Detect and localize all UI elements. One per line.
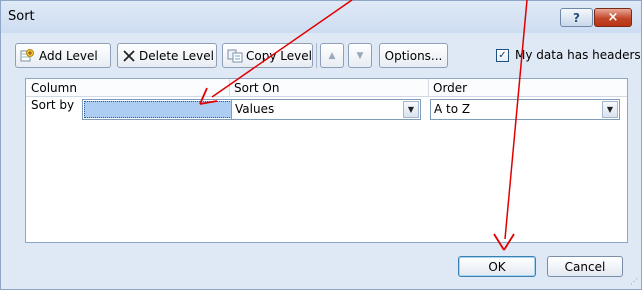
delete-icon	[122, 49, 136, 63]
sort-on-value: Values	[235, 102, 275, 116]
dialog-title: Sort	[8, 9, 35, 24]
delete-level-button[interactable]: Delete Level	[117, 43, 217, 68]
ok-button[interactable]: OK	[458, 256, 536, 277]
copy-icon	[227, 49, 243, 63]
delete-level-label: Delete Level	[139, 48, 214, 63]
options-label: Options...	[384, 48, 443, 63]
column-header: Column	[31, 81, 77, 95]
chevron-down-icon[interactable]: ▼	[403, 101, 419, 118]
ok-label: OK	[488, 259, 506, 274]
copy-level-button[interactable]: Copy Level	[222, 43, 313, 68]
sort-on-header: Sort On	[234, 81, 280, 95]
move-down-icon: ▼	[356, 50, 364, 61]
order-select[interactable]: A to Z ▼	[430, 99, 620, 120]
add-level-icon	[20, 48, 36, 63]
cancel-label: Cancel	[564, 259, 606, 274]
my-data-headers-label[interactable]: My data has headers	[515, 48, 641, 62]
header-divider	[428, 79, 429, 96]
close-icon: ×	[607, 10, 619, 25]
cancel-button[interactable]: Cancel	[547, 256, 623, 277]
options-button[interactable]: Options...	[379, 43, 448, 68]
close-button[interactable]: ×	[594, 8, 632, 27]
sort-dialog: Sort ? × Add Level Delete Level Copy Lev…	[0, 0, 642, 290]
chevron-down-icon[interactable]: ▼	[602, 101, 618, 118]
sort-levels-grid: Column Sort On Order Sort by ▼ Values ▼ …	[25, 78, 628, 243]
move-up-button[interactable]: ▲	[320, 43, 344, 68]
move-down-button[interactable]: ▼	[348, 43, 372, 68]
order-header: Order	[433, 81, 468, 95]
sort-by-label: Sort by	[31, 98, 75, 112]
grid-header: Column Sort On Order	[26, 79, 627, 97]
add-level-button[interactable]: Add Level	[15, 43, 111, 68]
checkmark-icon: ✓	[498, 50, 507, 61]
toolbar-separator	[316, 43, 317, 68]
move-up-icon: ▲	[328, 50, 336, 61]
add-level-label: Add Level	[39, 48, 98, 63]
resize-grip-icon[interactable]: ⋰	[630, 277, 638, 286]
help-button[interactable]: ?	[560, 8, 593, 27]
order-value: A to Z	[434, 102, 471, 116]
header-divider	[229, 79, 230, 96]
sort-on-select[interactable]: Values ▼	[231, 99, 421, 120]
help-icon: ?	[573, 10, 580, 25]
copy-level-label: Copy Level	[246, 48, 312, 63]
title-bar[interactable]: Sort ? ×	[1, 1, 641, 33]
my-data-headers-checkbox[interactable]: ✓	[496, 49, 509, 62]
